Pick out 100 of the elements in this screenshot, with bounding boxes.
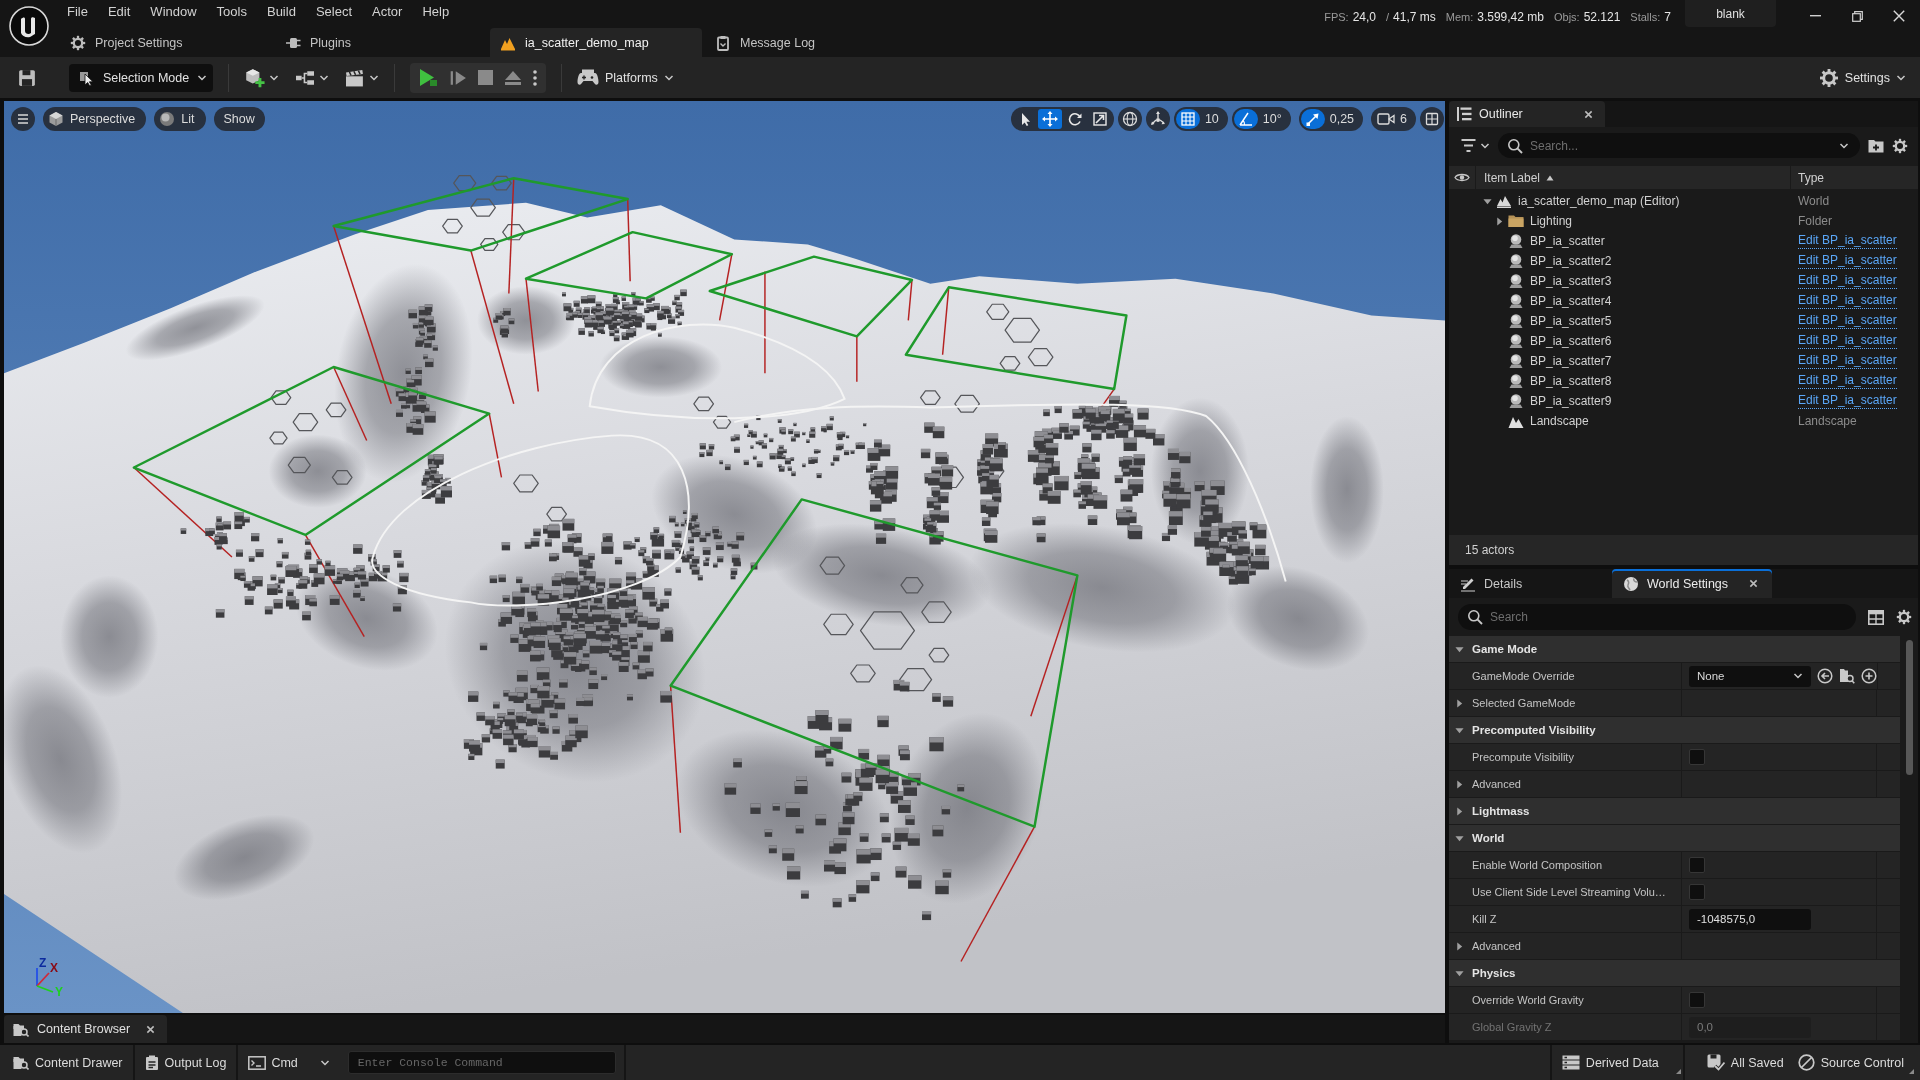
disclosure-triangle-icon[interactable] (1455, 941, 1464, 951)
property-group[interactable]: Advanced (1472, 940, 1521, 952)
menu-item[interactable]: Tools (206, 4, 257, 24)
document-tab[interactable]: Project Settings (60, 28, 272, 57)
minimize-icon[interactable] (1809, 15, 1821, 17)
menu-item[interactable]: Window (140, 4, 207, 24)
folder-search-icon[interactable] (1839, 668, 1855, 684)
folder-plus-icon[interactable] (1868, 138, 1884, 153)
outliner-item[interactable]: BP_ia_scatter7 (1530, 354, 1612, 368)
close-icon[interactable] (1749, 579, 1758, 588)
snap-arrows-icon[interactable] (1145, 107, 1170, 131)
status-bar-button[interactable]: Content Drawer (3, 1045, 133, 1080)
console-input[interactable]: Enter Console Command (347, 1051, 616, 1074)
category-header[interactable]: Lightmass (1472, 805, 1530, 817)
close-icon[interactable] (146, 1024, 156, 1034)
rotation-snap-button[interactable]: 10° (1231, 107, 1291, 131)
menu-item[interactable]: Build (256, 4, 306, 24)
edit-blueprint-link[interactable]: Edit BP_ia_scatter (1798, 273, 1897, 289)
status-bar-button[interactable]: Output Log (134, 1045, 237, 1080)
outliner-tab[interactable]: Outliner (1449, 101, 1605, 127)
four-panes-icon[interactable] (1420, 107, 1444, 131)
number-field[interactable]: -1048575,0 (1689, 908, 1811, 930)
close-icon[interactable] (1893, 10, 1905, 22)
menu-item[interactable]: File (57, 4, 98, 24)
column-header[interactable]: Type (1791, 166, 1918, 189)
profile-button[interactable]: blank (1685, 0, 1776, 27)
view-mode-button[interactable]: Lit (154, 107, 206, 131)
globe-icon[interactable] (1117, 107, 1142, 131)
outliner-item[interactable]: BP_ia_scatter8 (1530, 374, 1612, 388)
category-header[interactable]: Physics (1472, 967, 1516, 979)
menu-item[interactable]: Actor (362, 4, 413, 24)
step-forward-icon[interactable] (449, 68, 467, 87)
column-header[interactable]: Item Label (1476, 166, 1790, 189)
checkbox[interactable] (1689, 749, 1705, 765)
menu-item[interactable]: Help (412, 4, 460, 24)
checkbox[interactable] (1689, 857, 1705, 873)
property-group[interactable]: Selected GameMode (1472, 697, 1576, 709)
eject-icon[interactable] (504, 69, 522, 86)
outliner-item[interactable]: BP_ia_scatter (1530, 234, 1605, 248)
edit-blueprint-link[interactable]: Edit BP_ia_scatter (1798, 253, 1897, 269)
property-group[interactable]: Advanced (1472, 778, 1521, 790)
edit-blueprint-link[interactable]: Edit BP_ia_scatter (1798, 373, 1897, 389)
disclosure-triangle-icon[interactable] (1455, 779, 1464, 789)
arrow-left-circle-icon[interactable] (1817, 668, 1833, 684)
category-header[interactable]: World (1472, 832, 1505, 844)
gear-icon[interactable] (1892, 137, 1908, 154)
camera-speed-button[interactable]: 6 (1371, 107, 1416, 131)
outliner-item[interactable]: BP_ia_scatter9 (1530, 394, 1612, 408)
restore-icon[interactable] (1851, 10, 1863, 22)
outliner-item[interactable]: BP_ia_scatter4 (1530, 294, 1612, 308)
panel-tab[interactable]: World Settings (1612, 569, 1772, 598)
settings-dropdown[interactable]: Settings (1818, 67, 1906, 88)
outliner-item[interactable]: BP_ia_scatter2 (1530, 254, 1612, 268)
status-indicator[interactable]: All Saved (1696, 1045, 1794, 1080)
add-actor-dropdown[interactable] (244, 67, 279, 88)
disclosure-triangle-icon[interactable] (1455, 806, 1464, 816)
outliner-item[interactable]: BP_ia_scatter6 (1530, 334, 1612, 348)
outliner-item[interactable]: BP_ia_scatter5 (1530, 314, 1612, 328)
status-indicator[interactable]: Source Control (1793, 1045, 1916, 1080)
status-indicator[interactable]: Derived Data (1551, 1045, 1683, 1080)
menu-item[interactable]: Edit (97, 4, 141, 24)
panel-tab[interactable]: Details (1449, 569, 1612, 598)
save-icon[interactable] (18, 68, 36, 87)
disclosure-triangle-icon[interactable] (1483, 196, 1492, 206)
outliner-item[interactable]: BP_ia_scatter3 (1530, 274, 1612, 288)
document-tab[interactable]: Message Log (705, 28, 917, 57)
view-mode-button[interactable]: Show (213, 107, 265, 131)
cmd-dropdown[interactable]: Cmd (238, 1045, 340, 1080)
edit-blueprint-link[interactable]: Edit BP_ia_scatter (1798, 313, 1897, 329)
eye-icon[interactable] (1454, 172, 1470, 183)
grid-snap-button[interactable]: 10 (1173, 107, 1228, 131)
outliner-item[interactable]: Lighting (1530, 214, 1573, 228)
search-field[interactable]: Search (1458, 604, 1856, 630)
document-tab[interactable]: ia_scatter_demo_map (490, 28, 702, 57)
edit-blueprint-link[interactable]: Edit BP_ia_scatter (1798, 353, 1897, 369)
menu-icon[interactable] (11, 107, 35, 131)
plus-circle-icon[interactable] (1861, 668, 1877, 684)
search-field[interactable]: Search... (1498, 133, 1860, 158)
edit-blueprint-link[interactable]: Edit BP_ia_scatter (1798, 233, 1897, 249)
move-icon[interactable] (1037, 109, 1062, 129)
filter-dropdown[interactable] (1461, 139, 1490, 152)
gear-icon[interactable] (1896, 609, 1912, 625)
scale-snap-button[interactable]: 0,25 (1298, 107, 1364, 131)
platforms-dropdown[interactable]: Platforms (577, 68, 674, 87)
document-tab[interactable]: Plugins (275, 28, 487, 57)
edit-blueprint-link[interactable]: Edit BP_ia_scatter (1798, 393, 1897, 409)
disclosure-triangle-icon[interactable] (1455, 644, 1464, 654)
outliner-item[interactable]: Landscape (1530, 414, 1589, 428)
view-mode-button[interactable]: Perspective (43, 107, 147, 131)
content-browser-tab[interactable]: Content Browser (4, 1015, 167, 1043)
disclosure-triangle-icon[interactable] (1455, 968, 1464, 978)
disclosure-triangle-icon[interactable] (1455, 698, 1464, 708)
edit-blueprint-link[interactable]: Edit BP_ia_scatter (1798, 293, 1897, 309)
blueprint-dropdown[interactable] (294, 68, 329, 87)
disclosure-triangle-icon[interactable] (1455, 725, 1464, 735)
scrollbar-thumb[interactable] (1906, 640, 1913, 775)
category-header[interactable]: Precomputed Visibility (1472, 724, 1596, 736)
play-icon[interactable] (418, 67, 438, 88)
disclosure-triangle-icon[interactable] (1455, 833, 1464, 843)
table-icon[interactable] (1868, 609, 1884, 625)
